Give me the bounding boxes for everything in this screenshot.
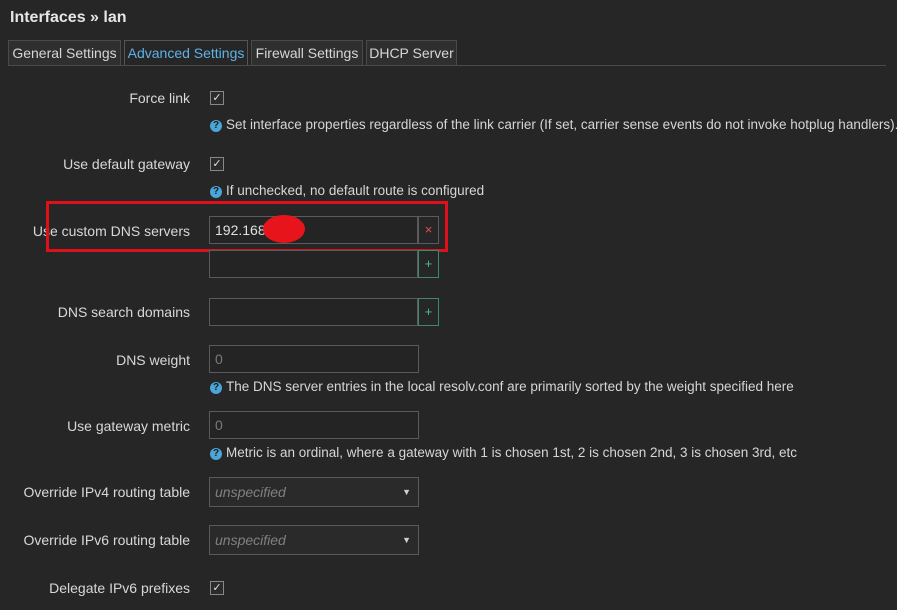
force-link-checkbox[interactable]: ✓ xyxy=(210,91,224,105)
add-dns-button[interactable]: + xyxy=(418,250,439,278)
gateway-metric-help: ? Metric is an ordinal, where a gateway w… xyxy=(210,445,797,460)
dns-weight-label: DNS weight xyxy=(116,352,190,368)
gateway-metric-label: Use gateway metric xyxy=(67,418,190,434)
default-gateway-checkbox[interactable]: ✓ xyxy=(210,157,224,171)
help-icon: ? xyxy=(210,448,222,460)
checkmark-icon: ✓ xyxy=(212,582,222,594)
default-gateway-help: ? If unchecked, no default route is confi… xyxy=(210,183,484,198)
help-icon: ? xyxy=(210,186,222,198)
tab-dhcp-server[interactable]: DHCP Server xyxy=(366,40,457,65)
ipv4-table-label: Override IPv4 routing table xyxy=(23,484,190,500)
ipv4-table-select[interactable]: unspecified ▼ xyxy=(209,477,419,507)
help-icon: ? xyxy=(210,382,222,394)
plus-icon: + xyxy=(424,304,433,319)
checkmark-icon: ✓ xyxy=(212,92,222,104)
custom-dns-input-empty[interactable] xyxy=(209,250,418,278)
tab-firewall-settings[interactable]: Firewall Settings xyxy=(251,40,363,65)
chevron-down-icon: ▼ xyxy=(402,487,411,497)
delegate-ipv6-checkbox[interactable]: ✓ xyxy=(210,581,224,595)
ipv6-table-label: Override IPv6 routing table xyxy=(23,532,190,548)
ipv6-table-select[interactable]: unspecified ▼ xyxy=(209,525,419,555)
checkmark-icon: ✓ xyxy=(212,158,222,170)
tab-general-settings[interactable]: General Settings xyxy=(8,40,121,65)
gateway-metric-input[interactable]: 0 xyxy=(209,411,419,439)
force-link-help: ? Set interface properties regardless of … xyxy=(210,117,897,132)
tab-advanced-settings[interactable]: Advanced Settings xyxy=(124,40,248,66)
tab-divider xyxy=(8,65,886,66)
page-title: Interfaces » lan xyxy=(10,9,127,26)
add-search-domain-button[interactable]: + xyxy=(418,298,439,326)
plus-icon: + xyxy=(424,256,433,271)
highlight-box xyxy=(46,201,448,252)
help-icon: ? xyxy=(210,120,222,132)
dns-search-input[interactable] xyxy=(209,298,418,326)
dns-search-label: DNS search domains xyxy=(57,304,190,320)
force-link-label: Force link xyxy=(129,90,190,106)
chevron-down-icon: ▼ xyxy=(402,535,411,545)
default-gateway-label: Use default gateway xyxy=(63,156,190,172)
dns-weight-help: ? The DNS server entries in the local res… xyxy=(210,379,794,394)
dns-weight-input[interactable]: 0 xyxy=(209,345,419,373)
delegate-ipv6-label: Delegate IPv6 prefixes xyxy=(49,580,190,596)
